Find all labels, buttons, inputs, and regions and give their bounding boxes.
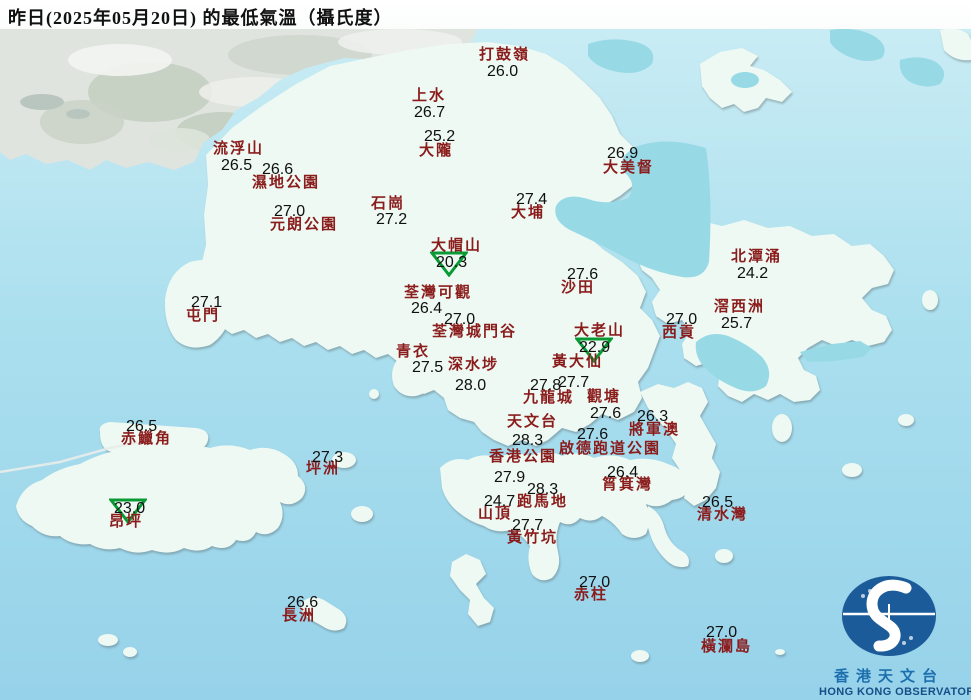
station-value: 27.6 (577, 427, 608, 443)
station-value: 27.0 (274, 204, 305, 220)
station-value: 27.0 (666, 312, 697, 328)
station-name: 昂坪 (109, 515, 143, 530)
station-name: 荃灣可觀 (404, 286, 472, 301)
station-value: 26.3 (637, 409, 668, 425)
station-value: 24.2 (737, 266, 768, 282)
station-value: 27.3 (312, 450, 343, 466)
station-name: 大美督 (603, 161, 654, 176)
station-name: 石崗 (371, 197, 405, 212)
station-value: 27.2 (376, 212, 407, 228)
tung-lung-island (715, 549, 733, 563)
station-value: 27.7 (512, 518, 543, 534)
station-name: 將軍澳 (629, 423, 680, 438)
hko-logo-chinese: 香港天文台 (819, 665, 959, 686)
station-value: 24.7 (484, 494, 515, 510)
station-name: 打鼓嶺 (479, 48, 530, 63)
page-title: 昨日(2025年05月20日) 的最低氣溫（攝氏度） (8, 4, 393, 30)
station-value: 25.7 (721, 316, 752, 332)
station-name: 屯門 (186, 309, 220, 324)
station-name: 元朗公園 (270, 218, 338, 233)
station-value: 26.7 (414, 105, 445, 121)
station-name: 長洲 (282, 609, 316, 624)
soko-islands (98, 634, 118, 646)
station-value: 28.0 (455, 378, 486, 394)
station-value: 27.0 (444, 312, 475, 328)
station-value: 26.6 (262, 162, 293, 178)
station-name: 沙田 (561, 281, 595, 296)
station-value: 26.6 (287, 595, 318, 611)
station-name: 濕地公園 (252, 176, 320, 191)
weather-map-page: 昨日(2025年05月20日) 的最低氣溫（攝氏度） 打鼓嶺26.0 上水26.7… (0, 0, 971, 700)
station-name: 西貢 (662, 326, 696, 341)
station-name: 滘西洲 (714, 300, 765, 315)
station-name: 青衣 (396, 345, 430, 360)
station-name: 北潭涌 (731, 250, 782, 265)
station-value: 27.4 (516, 192, 547, 208)
station-value: 27.1 (191, 295, 222, 311)
station-value: 26.4 (411, 301, 442, 317)
station-name: 上水 (412, 89, 446, 104)
station-value: 28.3 (527, 482, 558, 498)
jin-island (842, 463, 862, 477)
waglan-island (775, 649, 785, 655)
station-value: 27.0 (579, 575, 610, 591)
station-value: 27.6 (590, 406, 621, 422)
outer-island (898, 414, 914, 426)
station-value: 20.3 (436, 255, 467, 271)
station-value: 26.4 (607, 465, 638, 481)
station-value: 27.6 (567, 267, 598, 283)
station-value: 26.9 (607, 146, 638, 162)
station-name: 香港公園 (489, 450, 557, 465)
soko-islands-2 (123, 647, 137, 657)
station-name: 深水埗 (448, 358, 499, 373)
po-toi-island (631, 650, 649, 662)
hko-logo: 香港天文台 HONG KONG OBSERVATORY (819, 574, 959, 692)
station-value: 27.5 (412, 360, 443, 376)
station-value: 27.0 (706, 625, 737, 641)
station-value: 25.2 (424, 129, 455, 145)
station-name: 橫瀾島 (701, 640, 752, 655)
station-value: 27.7 (558, 375, 589, 391)
station-name: 黃大仙 (552, 355, 603, 370)
hko-logo-english: HONG KONG OBSERVATORY (819, 686, 959, 698)
station-name: 大埔 (511, 206, 545, 221)
ma-wan-island (369, 389, 379, 399)
kau-sai-chau-island (772, 414, 792, 442)
station-name: 大老山 (574, 324, 625, 339)
hei-ling-chau-island (351, 506, 373, 522)
station-value: 27.9 (494, 470, 525, 486)
double-haven-water (731, 72, 759, 88)
station-name: 觀塘 (587, 390, 621, 405)
station-name: 大隴 (419, 144, 453, 159)
station-value: 26.0 (487, 64, 518, 80)
hko-logo-icon (839, 574, 939, 658)
station-value: 23.0 (114, 501, 145, 517)
station-value: 26.5 (221, 158, 252, 174)
station-name: 流浮山 (213, 142, 264, 157)
station-value: 27.8 (530, 378, 561, 394)
station-name: 天文台 (507, 415, 558, 430)
station-value: 26.5 (702, 495, 733, 511)
station-value: 26.5 (126, 419, 157, 435)
station-name: 大帽山 (431, 239, 482, 254)
tap-mun-island (922, 290, 938, 310)
station-name: 啟德跑道公園 (559, 442, 661, 457)
station-value: 28.3 (512, 433, 543, 449)
